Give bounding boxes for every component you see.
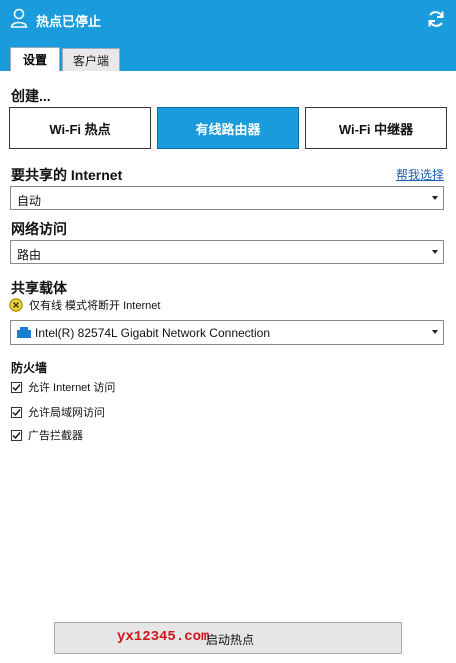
checkmark-icon	[12, 383, 21, 391]
mode-button-wifi-repeater[interactable]: Wi-Fi 中继器	[305, 107, 447, 149]
adapter-value: Intel(R) 82574L Gigabit Network Connecti…	[35, 326, 271, 340]
mode-button-label: Wi-Fi 热点	[49, 121, 111, 137]
internet-share-value: 自动	[17, 194, 42, 208]
mode-button-label: 有线路由器	[195, 121, 261, 137]
create-heading: 创建...	[11, 88, 51, 104]
warning-row: 仅有线 模式将断开 Internet	[9, 297, 160, 313]
help-me-choose-link[interactable]: 帮我选择	[396, 166, 444, 183]
mode-button-label: Wi-Fi 中继器	[338, 121, 414, 137]
tab-strip: 设置 客户端	[0, 38, 456, 71]
internet-share-heading: 要共享的 Internet	[11, 167, 123, 183]
warning-text: 仅有线 模式将断开 Internet	[29, 300, 161, 312]
checkbox-label: 允许 Internet 访问	[28, 382, 116, 394]
share-medium-heading: 共享载体	[11, 280, 67, 296]
checkbox-ad-blocker[interactable]: 广告拦截器	[11, 427, 83, 443]
warning-icon	[9, 298, 23, 312]
tab-clients[interactable]: 客户端	[62, 48, 120, 71]
watermark-text: yx12345.com	[117, 629, 210, 645]
checkbox[interactable]	[11, 406, 22, 418]
user-icon	[10, 8, 28, 28]
network-access-value: 路由	[17, 248, 42, 262]
window-title: 热点已停止	[36, 14, 102, 29]
title-bar: 热点已停止	[0, 0, 456, 38]
checkmark-icon	[12, 408, 21, 416]
settings-panel	[0, 71, 456, 663]
network-access-select[interactable]: 路由	[10, 240, 444, 264]
chevron-down-icon	[432, 330, 438, 334]
mode-button-wired-router[interactable]: 有线路由器	[157, 107, 299, 149]
chevron-down-icon	[432, 196, 438, 200]
firewall-heading: 防火墙	[11, 361, 48, 375]
internet-share-select[interactable]: 自动	[10, 186, 444, 210]
start-hotspot-label: 启动热点	[206, 633, 255, 647]
adapter-select[interactable]: Intel(R) 82574L Gigabit Network Connecti…	[10, 320, 444, 345]
checkbox-label: 广告拦截器	[28, 430, 83, 442]
network-access-heading: 网络访问	[11, 221, 67, 237]
checkbox-allow-lan[interactable]: 允许局域网访问	[11, 404, 105, 420]
tab-settings[interactable]: 设置	[10, 47, 60, 71]
refresh-icon[interactable]	[426, 9, 446, 29]
checkbox[interactable]	[11, 381, 22, 393]
checkmark-icon	[12, 431, 21, 439]
network-adapter-icon	[17, 327, 31, 338]
checkbox-allow-internet[interactable]: 允许 Internet 访问	[11, 379, 115, 395]
mode-button-wifi-hotspot[interactable]: Wi-Fi 热点	[9, 107, 151, 149]
checkbox[interactable]	[11, 429, 22, 441]
checkbox-label: 允许局域网访问	[28, 407, 105, 419]
chevron-down-icon	[432, 250, 438, 254]
